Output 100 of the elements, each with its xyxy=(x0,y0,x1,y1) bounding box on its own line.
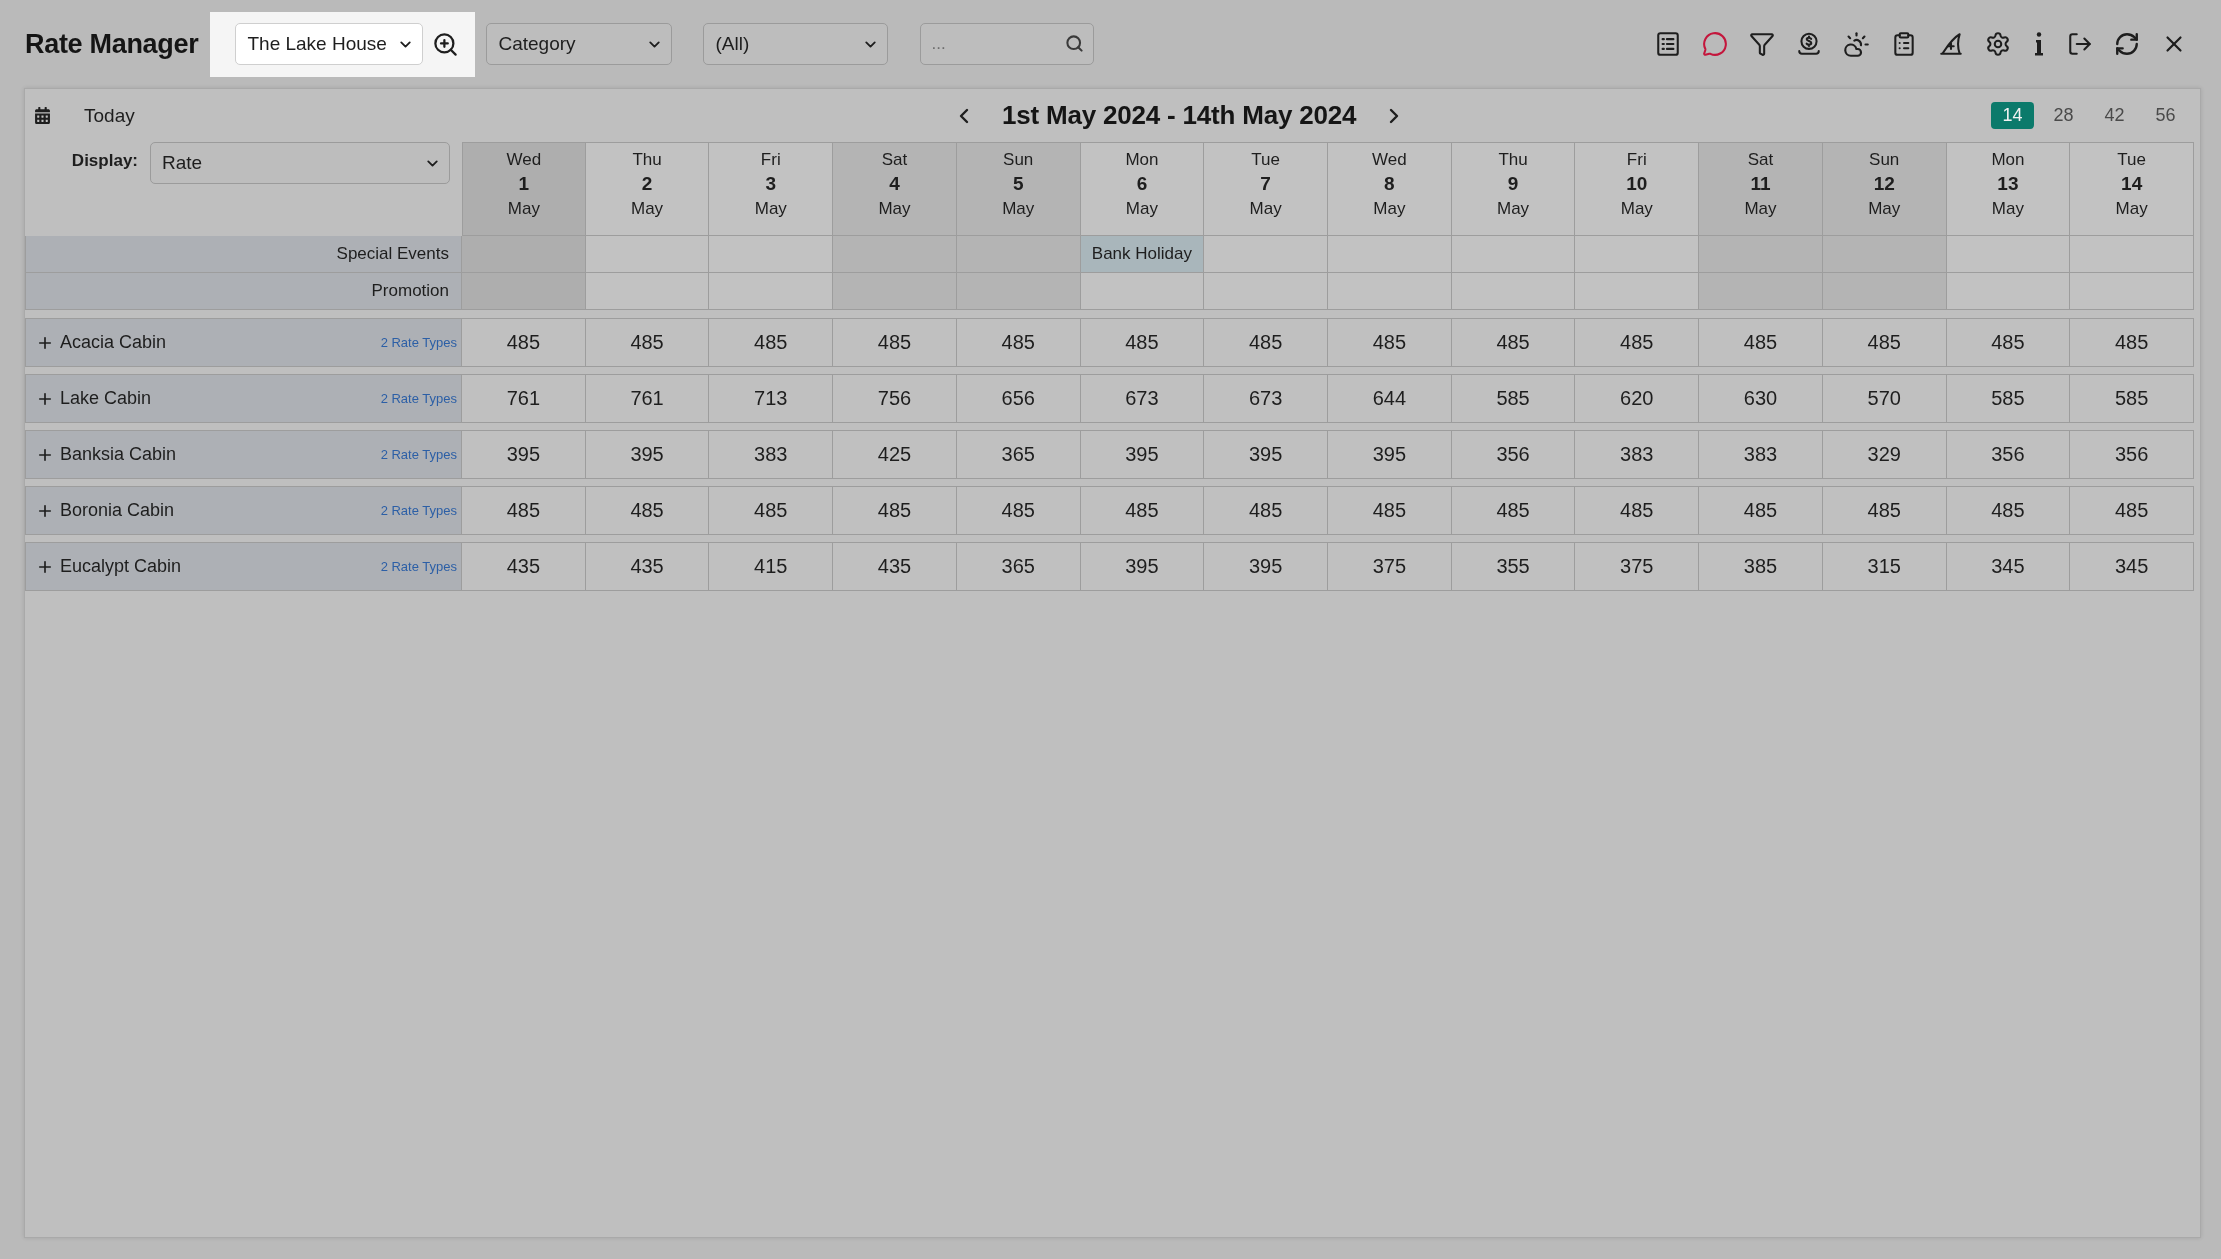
day-span-button[interactable]: 56 xyxy=(2144,102,2187,129)
rate-cell[interactable]: 485 xyxy=(585,318,710,367)
rate-cell[interactable]: 485 xyxy=(1946,318,2071,367)
rate-cell[interactable]: 620 xyxy=(1575,374,1700,423)
rate-cell[interactable]: 395 xyxy=(462,430,586,479)
rate-cell[interactable]: 761 xyxy=(462,374,586,423)
rate-cell[interactable]: 485 xyxy=(1451,318,1576,367)
clipboard-icon[interactable] xyxy=(1891,31,1917,57)
rate-cell[interactable]: 713 xyxy=(709,374,834,423)
rate-cell[interactable]: 673 xyxy=(1204,374,1328,423)
rate-cell[interactable]: 485 xyxy=(833,486,957,535)
rate-cell[interactable]: 345 xyxy=(2070,542,2194,591)
filter-select[interactable]: (All) xyxy=(703,23,889,65)
weekday-text: Mon xyxy=(1125,149,1159,171)
refresh-icon[interactable] xyxy=(2114,31,2140,57)
rate-cell[interactable]: 485 xyxy=(1575,318,1700,367)
rate-cell[interactable]: 485 xyxy=(585,486,710,535)
rate-cell[interactable]: 395 xyxy=(1328,430,1452,479)
rate-cell[interactable]: 383 xyxy=(1575,430,1700,479)
rate-cell[interactable]: 365 xyxy=(956,542,1081,591)
rate-cell[interactable]: 315 xyxy=(1822,542,1947,591)
day-span-button[interactable]: 14 xyxy=(1991,102,2034,129)
rate-cell[interactable]: 375 xyxy=(1575,542,1700,591)
rate-cell[interactable]: 383 xyxy=(1699,430,1823,479)
display-select[interactable]: Rate xyxy=(150,142,450,184)
rate-cell[interactable]: 356 xyxy=(1451,430,1576,479)
rate-cell[interactable]: 395 xyxy=(1204,430,1328,479)
rate-cell[interactable]: 673 xyxy=(1080,374,1205,423)
rate-cell[interactable]: 395 xyxy=(1080,430,1205,479)
room-name: Banksia Cabin xyxy=(60,444,177,465)
rate-cell[interactable]: 485 xyxy=(709,318,834,367)
rate-cell[interactable]: 485 xyxy=(833,318,957,367)
zoom-in-icon[interactable] xyxy=(432,30,460,58)
rate-cell[interactable]: 383 xyxy=(709,430,834,479)
property-select[interactable]: The Lake House xyxy=(235,23,424,65)
rate-cell[interactable]: 435 xyxy=(462,542,586,591)
rate-cell[interactable]: 435 xyxy=(833,542,957,591)
speech-bubble-icon[interactable] xyxy=(1702,31,1728,57)
rate-cell[interactable]: 356 xyxy=(1946,430,2071,479)
fin-plus-icon[interactable] xyxy=(1938,31,1964,57)
rate-cell[interactable]: 485 xyxy=(1946,486,2071,535)
rate-cell[interactable]: 485 xyxy=(2070,486,2194,535)
rate-cell[interactable]: 570 xyxy=(1822,374,1947,423)
rate-cell[interactable]: 656 xyxy=(956,374,1081,423)
rate-cell[interactable]: 485 xyxy=(1204,486,1328,535)
rate-cell[interactable]: 756 xyxy=(833,374,957,423)
rate-cell[interactable]: 365 xyxy=(956,430,1081,479)
rate-cell[interactable]: 761 xyxy=(585,374,710,423)
rate-cell[interactable]: 485 xyxy=(1204,318,1328,367)
search-field[interactable]: ... xyxy=(920,23,1095,65)
search-icon[interactable] xyxy=(1065,34,1085,53)
rate-cell[interactable]: 485 xyxy=(956,486,1081,535)
rate-cell[interactable]: 485 xyxy=(956,318,1081,367)
rate-cell[interactable]: 485 xyxy=(1575,486,1700,535)
rate-cell[interactable]: 485 xyxy=(2070,318,2194,367)
rate-cell[interactable]: 485 xyxy=(462,318,586,367)
rate-cell[interactable]: 345 xyxy=(1946,542,2071,591)
rate-cell[interactable]: 415 xyxy=(709,542,834,591)
rate-cell[interactable]: 485 xyxy=(1699,486,1823,535)
today-link[interactable]: Today xyxy=(84,104,135,127)
rate-cell[interactable]: 485 xyxy=(1080,486,1205,535)
list-icon[interactable] xyxy=(1655,31,1681,57)
info-icon[interactable] xyxy=(2032,31,2046,57)
rate-cell[interactable]: 630 xyxy=(1699,374,1823,423)
calendar-icon[interactable] xyxy=(34,107,51,124)
rate-cell[interactable]: 585 xyxy=(2070,374,2194,423)
rate-cell[interactable]: 329 xyxy=(1822,430,1947,479)
month-text: May xyxy=(1373,198,1406,220)
rate-cell[interactable]: 395 xyxy=(1080,542,1205,591)
coin-icon[interactable] xyxy=(1796,31,1822,57)
rate-cell[interactable]: 485 xyxy=(1451,486,1576,535)
rate-cell[interactable]: 385 xyxy=(1699,542,1823,591)
rate-cell[interactable]: 585 xyxy=(1946,374,2071,423)
rate-cell[interactable]: 485 xyxy=(1080,318,1205,367)
rate-cell[interactable]: 485 xyxy=(1822,318,1947,367)
rate-cell[interactable]: 485 xyxy=(1328,318,1452,367)
event-cell[interactable]: Bank Holiday xyxy=(1080,236,1205,273)
filter-select[interactable]: Category xyxy=(486,23,673,65)
rate-cell[interactable]: 375 xyxy=(1328,542,1452,591)
rate-cell[interactable]: 585 xyxy=(1451,374,1576,423)
rate-cell[interactable]: 485 xyxy=(1822,486,1947,535)
day-span-button[interactable]: 42 xyxy=(2093,102,2136,129)
sign-out-icon[interactable] xyxy=(2067,31,2093,57)
rate-cell[interactable]: 435 xyxy=(585,542,710,591)
rate-cell[interactable]: 644 xyxy=(1328,374,1452,423)
day-span-button[interactable]: 28 xyxy=(2042,102,2085,129)
rate-cell[interactable]: 485 xyxy=(1699,318,1823,367)
rate-cell[interactable]: 395 xyxy=(585,430,710,479)
rate-cell[interactable]: 485 xyxy=(709,486,834,535)
weekday-text: Wed xyxy=(1372,149,1407,171)
rate-cell[interactable]: 485 xyxy=(1328,486,1452,535)
day-number: 6 xyxy=(1136,172,1148,196)
rate-cell[interactable]: 356 xyxy=(2070,430,2194,479)
rate-cell[interactable]: 355 xyxy=(1451,542,1576,591)
rate-cell[interactable]: 425 xyxy=(833,430,957,479)
rate-cell[interactable]: 395 xyxy=(1204,542,1328,591)
rate-cell[interactable]: 485 xyxy=(462,486,586,535)
sun-cloud-icon[interactable] xyxy=(1843,30,1870,58)
settings-icon[interactable] xyxy=(1985,31,2011,57)
filter-icon[interactable] xyxy=(1749,31,1775,57)
